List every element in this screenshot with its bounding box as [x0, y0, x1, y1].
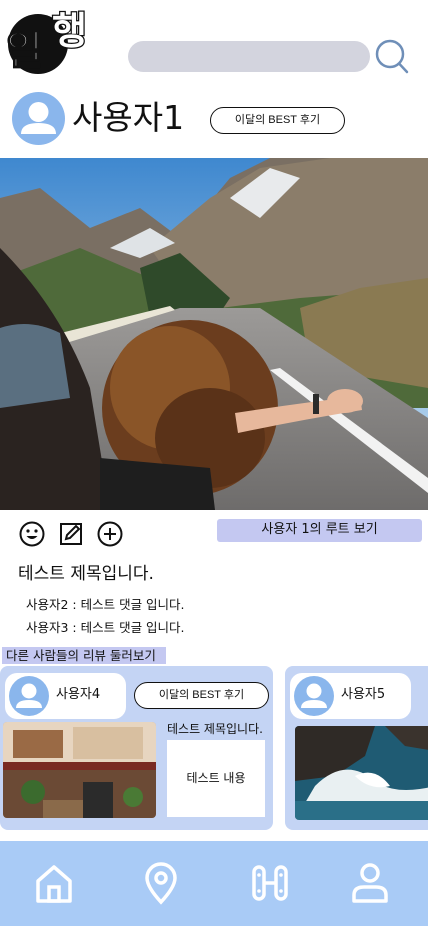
- smile-icon[interactable]: [18, 520, 46, 548]
- user-avatar-icon: [9, 676, 49, 716]
- comment-item: 사용자2 : 테스트 댓글 입니다.: [26, 597, 185, 612]
- search-icon[interactable]: [374, 38, 410, 76]
- map-pin-icon[interactable]: [141, 861, 181, 905]
- comment-item: 사용자3 : 테스트 댓글 입니다.: [26, 620, 185, 635]
- profile-icon[interactable]: [350, 861, 390, 905]
- profile-username[interactable]: 사용자1: [72, 96, 184, 140]
- card-title: 테스트 제목입니다.: [167, 722, 263, 736]
- best-review-button[interactable]: 이달의 BEST 후기: [134, 682, 269, 709]
- view-route-button[interactable]: 사용자 1의 루트 보기: [217, 519, 422, 542]
- other-reviews-label: 다른 사람들의 리뷰 둘러보기: [2, 647, 166, 664]
- card-username: 사용자5: [341, 687, 386, 702]
- card-user-chip[interactable]: 사용자4: [5, 673, 126, 719]
- search-bar[interactable]: [128, 41, 370, 72]
- bottom-tab-bar: [0, 841, 428, 926]
- home-icon[interactable]: [34, 861, 74, 905]
- card-user-chip[interactable]: 사용자5: [290, 673, 411, 719]
- logo-text-bottom: 일: [6, 28, 43, 74]
- user-avatar-icon[interactable]: [12, 92, 65, 145]
- app-logo[interactable]: 일 행: [2, 6, 98, 75]
- post-photo: [0, 158, 428, 510]
- user-avatar-icon: [294, 676, 334, 716]
- review-thumbnail[interactable]: [3, 722, 156, 818]
- review-card[interactable]: 사용자4 이달의 BEST 후기 테스트 제목입니다. 테스트 내용: [0, 666, 273, 830]
- route-icon[interactable]: [250, 861, 290, 905]
- best-review-button[interactable]: 이달의 BEST 후기: [210, 107, 345, 134]
- edit-icon[interactable]: [57, 520, 85, 548]
- logo-text-top: 행: [52, 9, 87, 53]
- review-card[interactable]: 사용자5: [285, 666, 428, 830]
- post-title: 테스트 제목입니다.: [18, 564, 154, 584]
- review-thumbnail[interactable]: [295, 726, 428, 820]
- card-content: 테스트 내용: [167, 740, 265, 817]
- plus-circle-icon[interactable]: [96, 520, 124, 548]
- card-username: 사용자4: [56, 687, 101, 702]
